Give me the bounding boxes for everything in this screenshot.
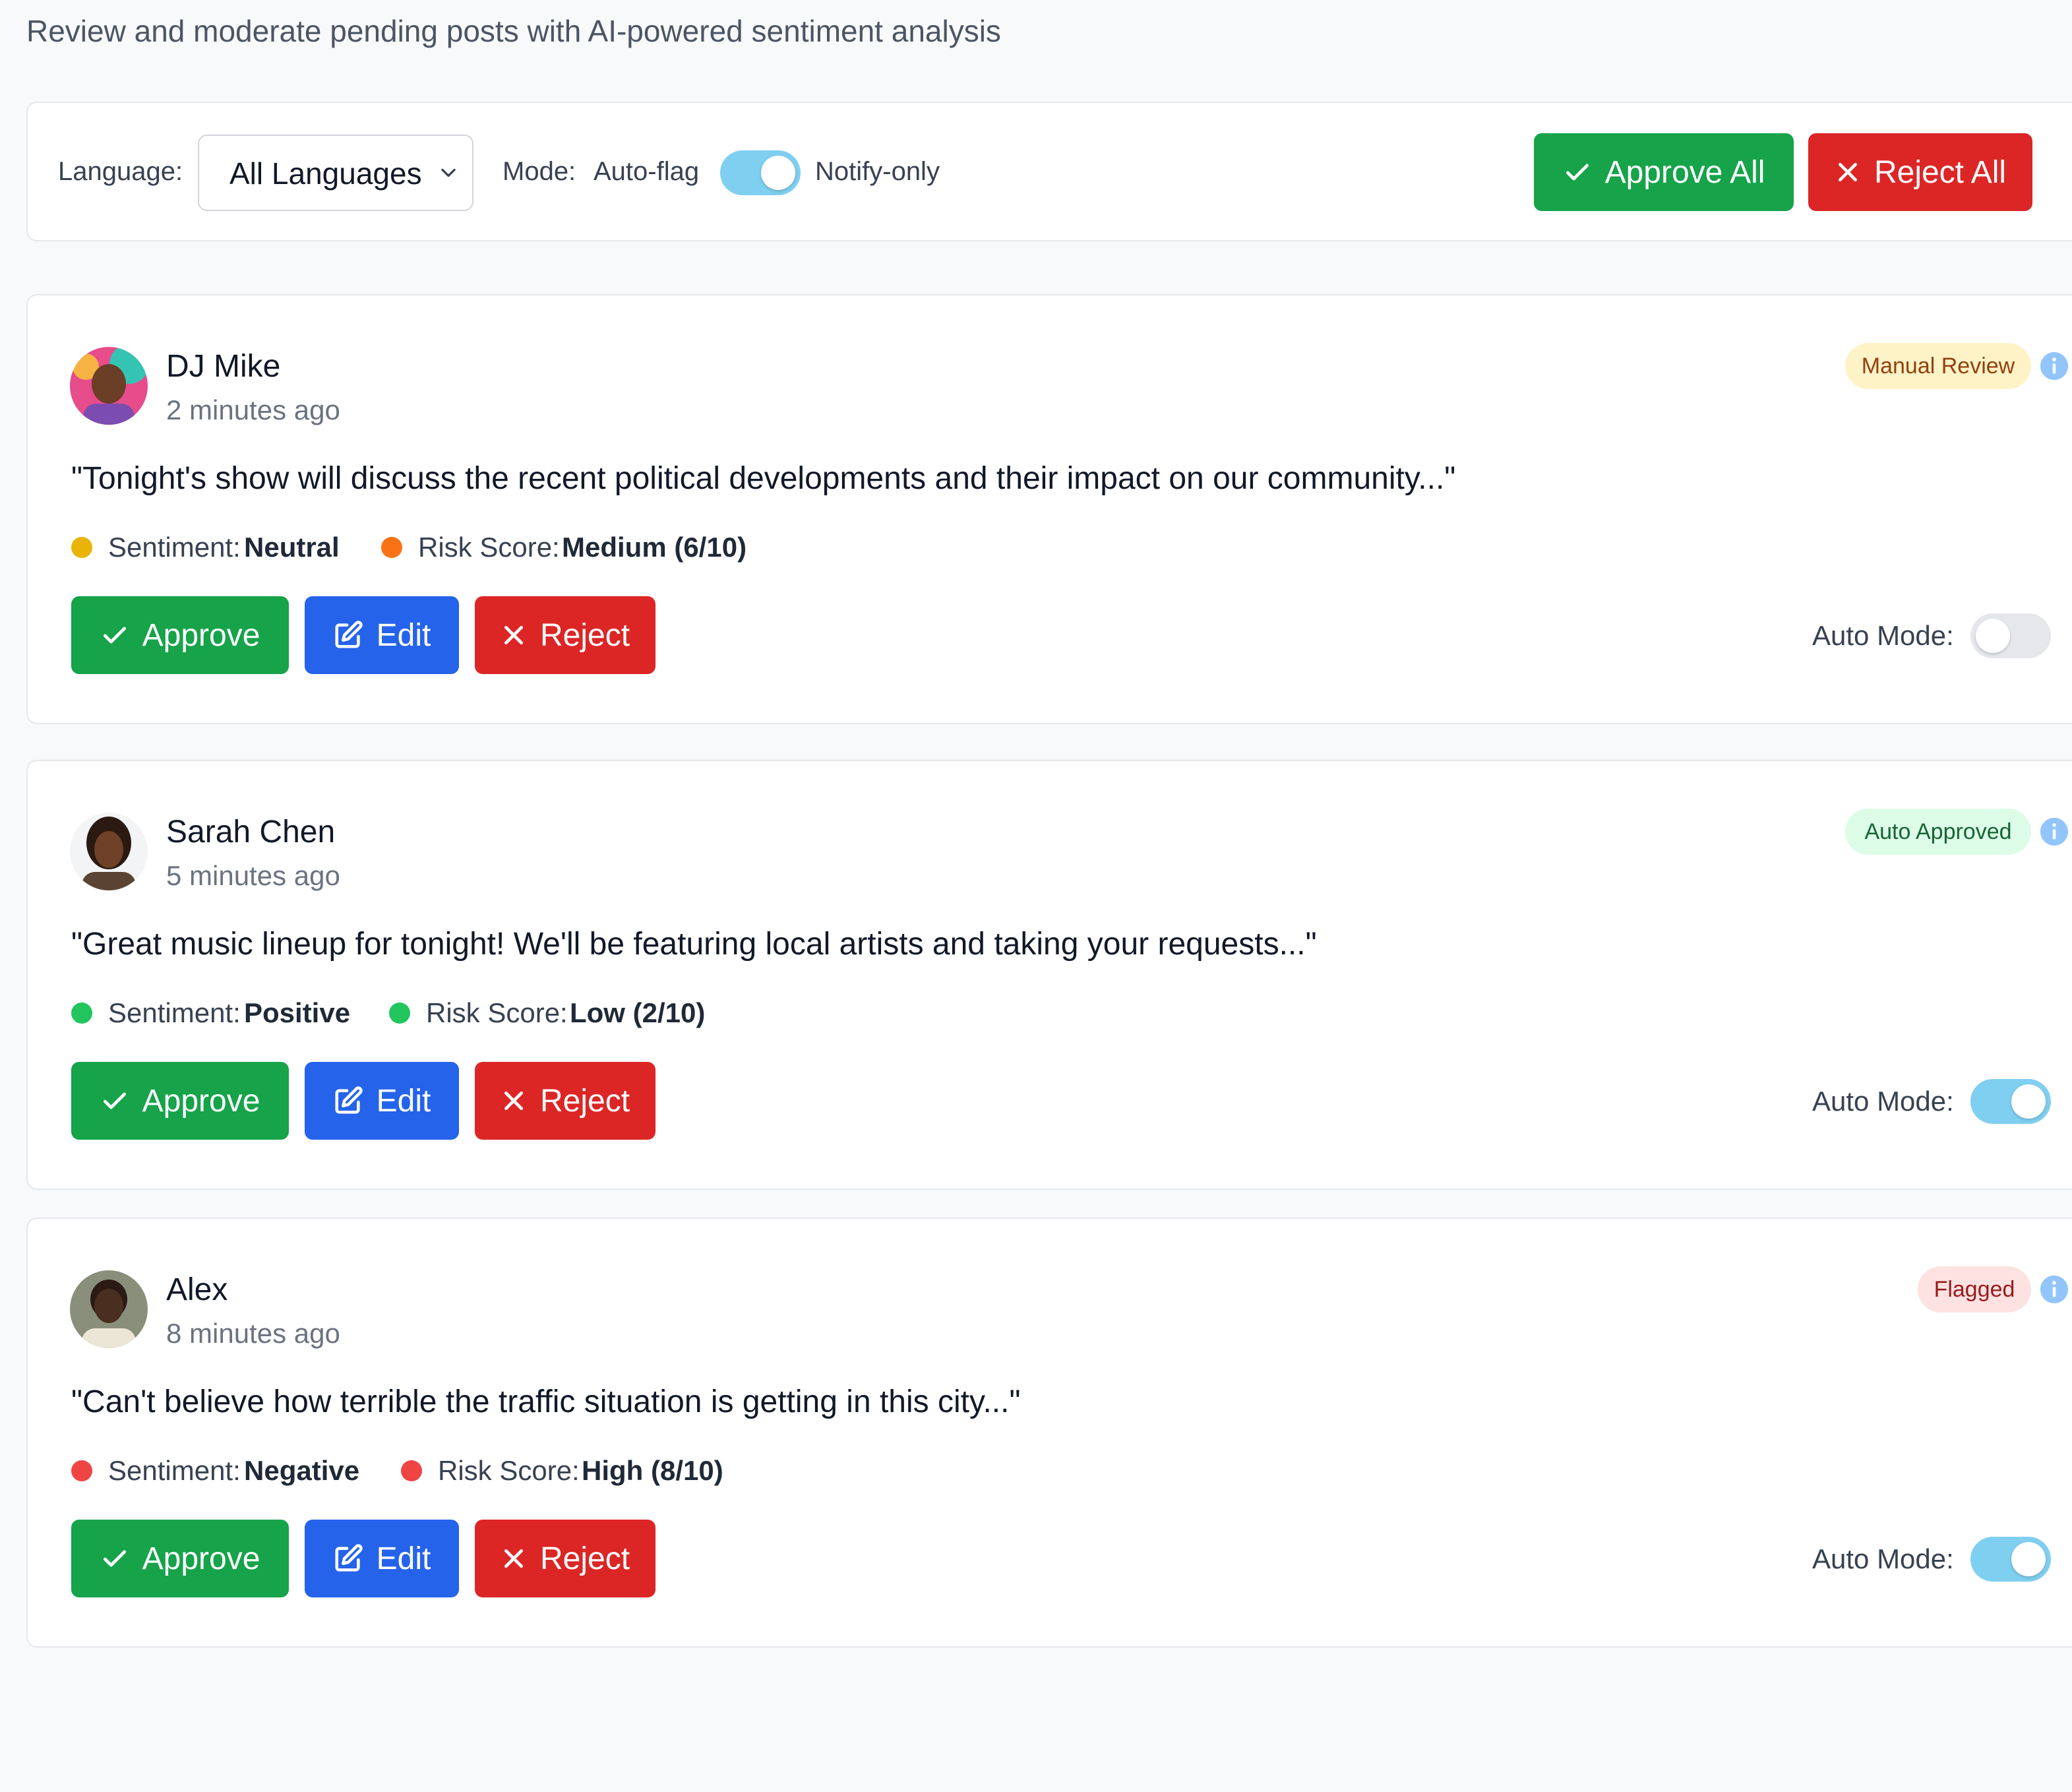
post-card: Sarah Chen 5 minutes ago Auto Approved "… [26, 760, 2072, 1190]
sentiment-dot [71, 1460, 92, 1481]
status-badge: Flagged [1918, 1266, 2031, 1313]
page-subtitle: Review and moderate pending posts with A… [26, 14, 1001, 48]
toggle-knob [2011, 1084, 2046, 1119]
check-icon [1566, 164, 1589, 181]
mode-auto-flag-label: Auto-flag [594, 157, 700, 186]
close-icon [504, 626, 523, 644]
post-time: 5 minutes ago [166, 860, 340, 891]
reject-label: Reject [539, 1083, 630, 1119]
approve-button[interactable]: Approve [71, 1520, 289, 1597]
risk-dot [381, 537, 402, 558]
chevron-down-icon [441, 168, 456, 177]
post-text: "Great music lineup for tonight! We'll b… [71, 927, 1317, 962]
post-text: "Tonight's show will discuss the recent … [71, 461, 1456, 496]
mode-label: Mode: [503, 157, 576, 186]
check-icon [103, 627, 126, 644]
risk-value: Medium (6/10) [562, 532, 747, 563]
reject-all-button[interactable]: Reject All [1808, 133, 2032, 211]
moderation-page: Review and moderate pending posts with A… [0, 0, 2072, 1792]
language-select[interactable]: All Languages [198, 135, 473, 211]
risk-dot [389, 1003, 410, 1024]
post-time: 2 minutes ago [166, 394, 340, 425]
auto-mode-label: Auto Mode: [1812, 620, 1954, 651]
approve-all-label: Approve All [1604, 154, 1765, 190]
risk-value: High (8/10) [582, 1455, 723, 1486]
avatar [70, 813, 148, 890]
risk-dot [401, 1460, 422, 1481]
mode-notify-only-label: Notify-only [815, 157, 940, 186]
post-card: Alex 8 minutes ago Flagged "Can't believ… [26, 1218, 2072, 1648]
post-text: "Can't believe how terrible the traffic … [71, 1384, 1021, 1419]
edit-icon [335, 621, 363, 648]
approve-label: Approve [142, 617, 260, 653]
reject-button[interactable]: Reject [475, 1062, 655, 1140]
edit-icon [335, 1544, 363, 1572]
auto-mode-toggle[interactable] [1970, 613, 2051, 658]
post-time: 8 minutes ago [166, 1318, 340, 1349]
edit-button[interactable]: Edit [305, 1062, 459, 1140]
auto-mode-toggle[interactable] [1970, 1537, 2051, 1582]
edit-button[interactable]: Edit [305, 1520, 459, 1597]
approve-label: Approve [142, 1083, 260, 1119]
edit-icon [335, 1086, 363, 1114]
sentiment-value: Neutral [244, 532, 340, 563]
post-card: DJ Mike 2 minutes ago Manual Review "Ton… [26, 294, 2072, 724]
author-name: DJ Mike [166, 349, 281, 384]
info-icon[interactable] [2039, 1274, 2069, 1305]
check-icon [103, 1092, 126, 1109]
reject-button[interactable]: Reject [475, 1520, 655, 1597]
risk-label: Risk Score: [418, 532, 560, 563]
edit-button[interactable]: Edit [305, 596, 459, 674]
reject-all-label: Reject All [1874, 154, 2007, 190]
edit-label: Edit [376, 617, 431, 653]
avatar [70, 347, 148, 425]
status-badge: Manual Review [1845, 343, 2031, 389]
auto-mode-toggle[interactable] [1970, 1079, 2051, 1124]
approve-label: Approve [142, 1541, 260, 1576]
edit-label: Edit [376, 1541, 431, 1576]
sentiment-label: Sentiment: [108, 1455, 241, 1486]
sentiment-label: Sentiment: [108, 997, 241, 1028]
auto-mode-label: Auto Mode: [1812, 1543, 1954, 1574]
reject-label: Reject [539, 617, 630, 653]
reject-label: Reject [539, 1541, 630, 1576]
risk-label: Risk Score: [426, 997, 568, 1028]
toggle-knob [761, 156, 795, 190]
sentiment-value: Positive [244, 997, 351, 1028]
risk-label: Risk Score: [438, 1455, 580, 1486]
approve-button[interactable]: Approve [71, 1062, 289, 1140]
language-select-value: All Languages [229, 156, 422, 191]
risk-value: Low (2/10) [570, 997, 706, 1028]
language-label: Language: [58, 157, 183, 186]
sentiment-dot [71, 537, 92, 558]
info-icon[interactable] [2039, 817, 2069, 847]
reject-button[interactable]: Reject [475, 596, 655, 674]
approve-all-button[interactable]: Approve All [1534, 133, 1794, 211]
author-name: Sarah Chen [166, 815, 336, 850]
author-name: Alex [166, 1272, 228, 1307]
close-icon [504, 1092, 523, 1110]
moderation-toolbar: Language: All Languages Mode: Auto-flag … [26, 102, 2072, 241]
status-badge: Auto Approved [1845, 809, 2031, 855]
edit-label: Edit [376, 1083, 431, 1119]
sentiment-dot [71, 1003, 92, 1024]
close-icon [1838, 163, 1857, 181]
auto-mode-label: Auto Mode: [1812, 1086, 1954, 1117]
info-icon[interactable] [2039, 351, 2069, 381]
mode-toggle[interactable] [720, 150, 801, 195]
approve-button[interactable]: Approve [71, 596, 289, 674]
sentiment-label: Sentiment: [108, 532, 241, 563]
toggle-knob [1976, 619, 2010, 653]
sentiment-value: Negative [244, 1455, 360, 1486]
toggle-knob [2011, 1542, 2046, 1576]
check-icon [103, 1550, 126, 1567]
avatar [70, 1270, 148, 1348]
close-icon [504, 1549, 523, 1568]
